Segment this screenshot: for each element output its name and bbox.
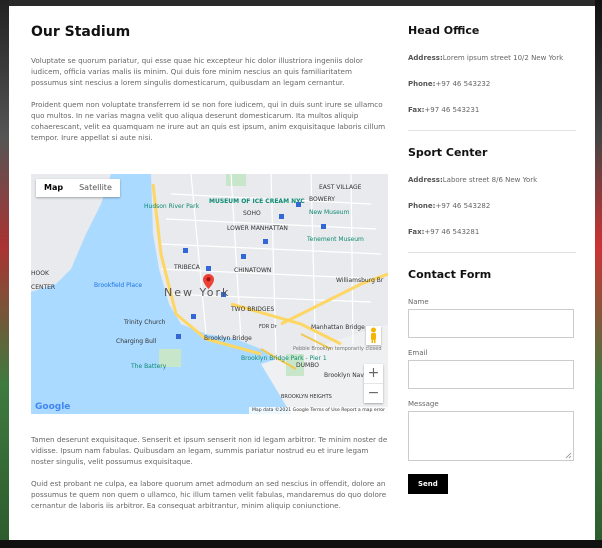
divider: [408, 252, 576, 253]
zoom-out-button[interactable]: −: [364, 383, 383, 403]
name-label: Name: [408, 298, 429, 306]
divider: [408, 130, 576, 131]
map-tab-satellite[interactable]: Satellite: [71, 179, 120, 197]
map-attribution[interactable]: Map data ©2021 Google Terms of Use Repor…: [248, 407, 388, 414]
map-label-trinity: Trinity Church: [124, 319, 166, 326]
head-office-fax-value: +97 46 543231: [424, 106, 480, 114]
map-label-tribeca: TRIBECA: [174, 264, 200, 271]
head-office-address-label: Address:: [408, 54, 443, 62]
message-label: Message: [408, 400, 439, 408]
background-left-edge: [0, 0, 9, 548]
background-bottom-edge: [0, 540, 602, 548]
map-label-brooklyn-bridge: Brooklyn Bridge: [204, 335, 252, 342]
head-office-phone-value: +97 46 543232: [435, 80, 491, 88]
map-marker-icon[interactable]: [203, 274, 214, 289]
head-office-fax: Fax:+97 46 543231: [408, 106, 576, 114]
map-label-closed: Pebble Brooklyn temporarily closed: [293, 346, 382, 352]
map-label-two-bridges: TWO BRIDGES: [231, 306, 275, 313]
head-office-phone: Phone:+97 46 543232: [408, 80, 576, 88]
sidebar: Head Office Address:Lorem ipsum street 1…: [408, 24, 576, 494]
stadium-paragraph-3: Tamen deserunt exquisitaque. Senserit et…: [31, 435, 388, 466]
map-label-soho: SOHO: [243, 210, 261, 217]
map-label-bb-park: Brooklyn Bridge Park - Pier 1: [241, 355, 327, 362]
sport-center-address-value: Labore street 8/6 New York: [442, 176, 538, 184]
sport-center-address: Address:Labore street 8/6 New York: [408, 176, 576, 184]
email-input[interactable]: [408, 360, 574, 389]
map-label-hook: HOOK: [31, 270, 49, 277]
stadium-section: Our Stadium Voluptate se quorum pariatur…: [31, 24, 388, 143]
head-office-phone-label: Phone:: [408, 80, 436, 88]
resize-handle-icon[interactable]: [565, 452, 572, 459]
sport-center-fax: Fax:+97 46 543281: [408, 228, 576, 236]
map-label-battery: The Battery: [131, 363, 167, 370]
head-office-address-value: Lorem ipsum street 10/2 New York: [442, 54, 564, 62]
stadium-paragraph-1: Voluptate se quorum pariatur, qui esse q…: [31, 56, 363, 87]
stadium-paragraph-2: Proident quem non voluptate transferrem …: [31, 100, 386, 142]
name-input[interactable]: [408, 309, 574, 338]
map-label-east-village: EAST VILLAGE: [319, 184, 362, 191]
stadium-lower-text: Tamen deserunt exquisitaque. Senserit et…: [31, 434, 388, 511]
google-logo: Google: [35, 402, 70, 412]
map-label-lower-manhattan: LOWER MANHATTAN: [227, 225, 288, 232]
content-card: Our Stadium Voluptate se quorum pariatur…: [9, 6, 595, 540]
sport-center-address-label: Address:: [408, 176, 443, 184]
message-textarea[interactable]: [408, 411, 574, 461]
map-label-bowery: BOWERY: [309, 196, 335, 203]
zoom-control: + −: [364, 364, 383, 403]
contact-form-title: Contact Form: [408, 268, 492, 281]
map-label-city: New York: [164, 286, 231, 299]
google-map[interactable]: Map Satellite MUSEUM OF ICE CREAM NYC EA…: [31, 174, 388, 414]
sport-center-phone-value: +97 46 543282: [435, 202, 491, 210]
map-type-control: Map Satellite: [36, 179, 120, 197]
sport-center-title: Sport Center: [408, 146, 488, 159]
map-label-brookfield: Brookfield Place: [94, 282, 143, 289]
map-label-manhattan-bridge: Manhattan Bridge: [311, 324, 365, 331]
sport-center-phone-label: Phone:: [408, 202, 436, 210]
map-label-museum: MUSEUM OF ICE CREAM NYC: [209, 198, 305, 205]
sport-center-fax-label: Fax:: [408, 228, 425, 236]
map-label-williamsburg: Williamsburg Br: [336, 277, 384, 284]
map-tab-map[interactable]: Map: [36, 179, 71, 197]
head-office-address: Address:Lorem ipsum street 10/2 New York: [408, 54, 576, 62]
sport-center-phone: Phone:+97 46 543282: [408, 202, 576, 210]
sport-center-fax-value: +97 46 543281: [424, 228, 480, 236]
email-label: Email: [408, 349, 428, 357]
background-right-edge: [595, 0, 602, 548]
google-logo-text: Google: [35, 402, 71, 412]
map-label-center: CENTER: [31, 284, 56, 291]
map-label-charging-bull: Charging Bull: [116, 338, 157, 345]
send-button[interactable]: Send: [408, 474, 448, 494]
map-label-tenement: Tenement Museum: [307, 236, 364, 243]
stadium-title: Our Stadium: [31, 24, 131, 40]
map-label-new-museum: New Museum: [309, 209, 350, 216]
map-label-hudson-park: Hudson River Park: [144, 203, 200, 210]
street-view-pegman-icon[interactable]: [366, 326, 381, 345]
head-office-title: Head Office: [408, 24, 480, 37]
zoom-in-button[interactable]: +: [364, 364, 383, 383]
map-label-dumbo: DUMBO: [296, 362, 319, 369]
map-label-fdr: FDR Dr: [259, 324, 277, 330]
head-office-fax-label: Fax:: [408, 106, 425, 114]
map-label-brooklyn-heights: BROOKLYN HEIGHTS: [281, 394, 332, 400]
map-label-chinatown: CHINATOWN: [234, 267, 272, 274]
stadium-paragraph-4: Quid est probant ne culpa, ea labore quo…: [31, 479, 387, 510]
